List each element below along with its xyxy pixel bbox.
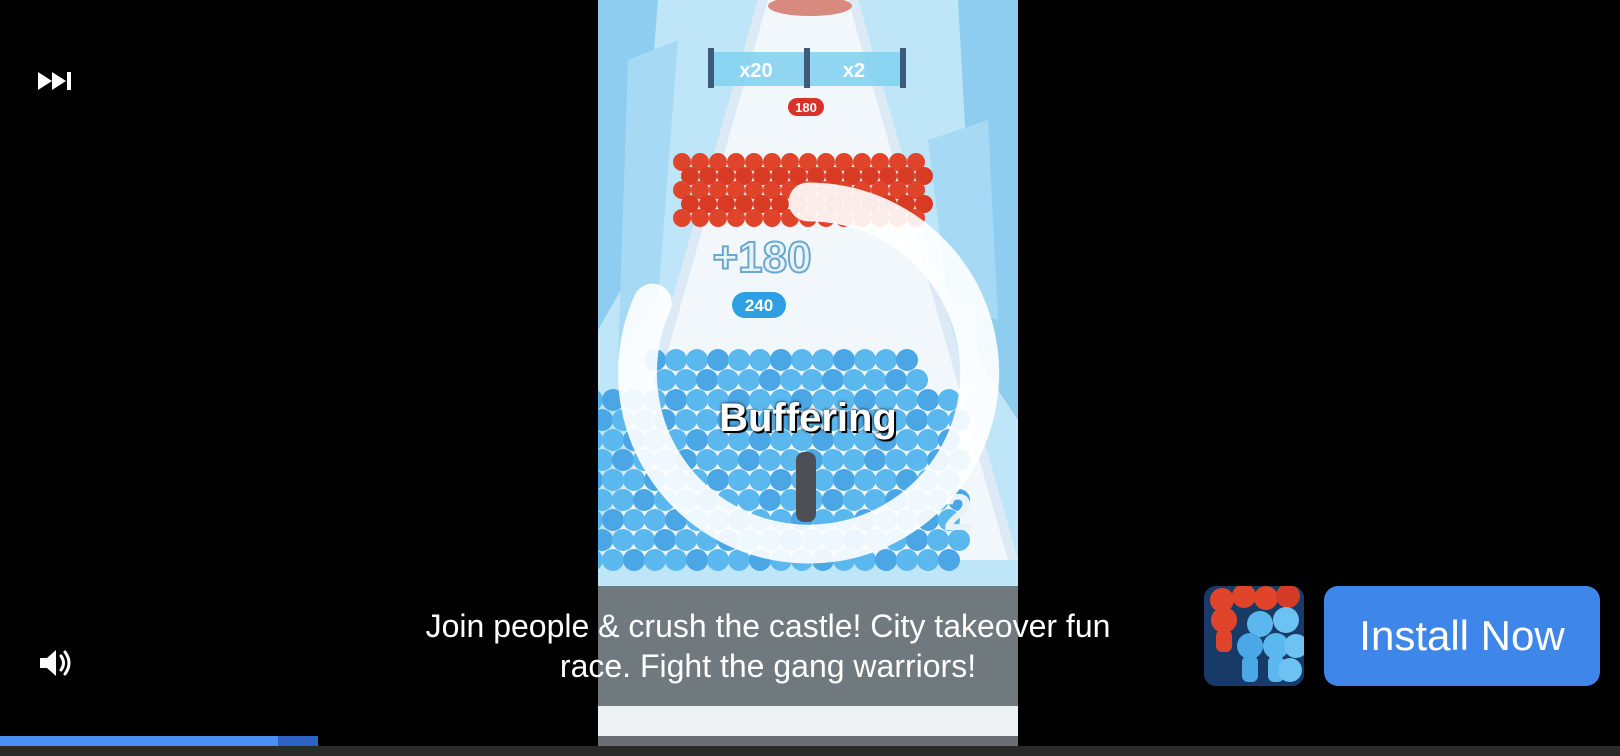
bottom-bar [0,746,1620,756]
progress-fill [0,736,278,746]
app-icon[interactable] [1204,586,1304,686]
ad-description: Join people & crush the castle! City tak… [425,608,1111,684]
caption-strip-bottom [598,736,1018,746]
install-now-button[interactable]: Install Now [1324,586,1600,686]
volume-icon[interactable] [36,646,76,680]
caption-strip [598,706,1018,736]
skip-forward-icon[interactable] [34,66,78,96]
buffering-label: Buffering [719,396,897,440]
crowd-app-icon [1204,586,1304,686]
